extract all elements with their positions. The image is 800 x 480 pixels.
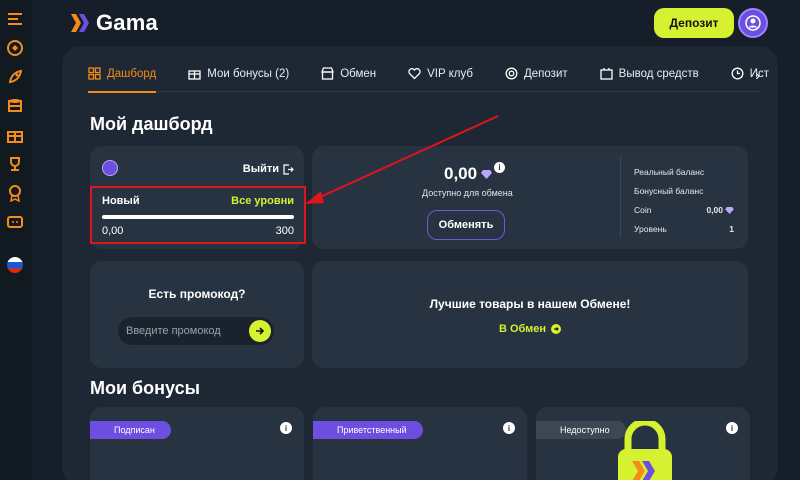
bonus-card[interactable]: Приветственный i [313,407,527,480]
logout-button[interactable]: Выйти [243,163,294,175]
tabs-scroll-right-icon[interactable]: › [755,67,760,83]
ticket-icon[interactable] [6,213,24,231]
bonus-balance-row: Бонусный баланс [634,186,734,196]
level-progress-fill [102,215,294,219]
tab-my-bonuses[interactable]: Мои бонусы (2) [188,56,289,92]
bonus-card[interactable]: Недоступно i [536,407,750,480]
exchange-balance-amount: 0,00 [444,164,478,183]
tab-label: Вывод средств [618,67,699,80]
tab-label: Дашборд [107,67,157,80]
tab-deposit[interactable]: Депозит [505,56,568,92]
info-icon[interactable]: i [494,162,505,173]
info-icon[interactable]: i [503,422,515,434]
user-level-icon [102,160,118,176]
russia-flag-icon[interactable] [6,256,24,274]
dashboard-title: Мой дашборд [90,114,213,134]
info-icon[interactable]: i [280,422,292,434]
promo-title: Есть промокод? [148,287,246,301]
balance-row-label: Уровень [634,224,667,234]
info-icon[interactable]: i [726,422,738,434]
balance-row-label: Бонусный баланс [634,186,704,196]
balance-divider [620,156,621,238]
coin-amount: 0,00 [706,205,723,215]
real-balance-row: Реальный баланс [634,167,734,177]
tab-label: Депозит [524,67,568,80]
all-levels-link[interactable]: Все уровни [231,195,294,207]
bonuses-title: Мои бонусы [90,378,200,398]
coin-value: 0,00 [706,205,734,215]
level-progress-bar [102,215,294,219]
shop-icon [321,67,335,80]
exchange-balance-value: 0,00 [444,164,493,184]
user-icon [745,15,761,31]
level-name: Новый [102,195,140,207]
logout-label: Выйти [242,163,279,175]
arrow-circle-icon [551,324,562,334]
shop-promo-card: Лучшие товары в нашем Обмене! В Обмен [312,261,748,368]
menu-icon[interactable] [6,10,24,28]
gem-icon [481,169,493,179]
rocket-icon[interactable] [6,68,24,86]
wallet-icon [600,68,613,80]
coin-icon[interactable] [6,39,24,57]
brand-name: Gama [96,10,158,35]
coins-icon [505,67,518,80]
level-card: Выйти Новый Все уровни 0,00 300 [90,146,306,249]
promo-card: Есть промокод? [90,261,304,368]
go-to-exchange-link[interactable]: В Обмен [312,323,748,335]
arrow-right-icon [256,327,265,335]
tab-exchange[interactable]: Обмен [321,56,376,92]
exchange-balance-subtitle: Доступно для обмена [422,188,513,198]
level-progress-min: 0,00 [102,225,124,237]
promo-submit-button[interactable] [249,320,271,342]
gift-icon[interactable] [6,126,24,144]
header-deposit-button[interactable]: Депозит [654,8,734,38]
shop-promo-title: Лучшие товары в нашем Обмене! [429,297,631,311]
coin-row: Coin 0,00 [634,205,734,215]
tab-vip-club[interactable]: VIP клуб [408,56,473,92]
tab-withdraw[interactable]: Вывод средств [600,56,699,92]
tab-label: Мои бонусы (2) [207,67,290,80]
brand-logo[interactable]: Gama [70,10,158,36]
medal-icon[interactable] [6,184,24,202]
lock-icon [618,421,672,480]
go-to-exchange-label: В Обмен [498,323,547,335]
tab-dashboard[interactable]: Дашборд [88,56,157,93]
user-avatar[interactable] [738,8,768,38]
exchange-button[interactable]: Обменять [427,210,505,240]
gem-icon [725,206,734,214]
bonus-status-badge: Подписан [90,421,171,439]
balance-row-label: Coin [634,205,652,215]
coins-stack-icon[interactable] [6,97,24,115]
balance-row-label: Реальный баланс [634,167,705,177]
gama-logo-icon [70,12,92,34]
tab-history[interactable]: Ист [731,56,769,92]
trophy-icon[interactable] [6,155,24,173]
tab-bar: Дашборд Мои бонусы (2) Обмен VIP клуб Де… [88,56,769,93]
bonus-card[interactable]: Подписан i [90,407,304,480]
balance-card: 0,00 i Доступно для обмена Обменять Реал… [312,146,748,249]
level-value: 1 [729,224,734,234]
history-icon [731,67,744,80]
logout-icon [283,163,294,175]
tab-label: VIP клуб [427,67,473,80]
sidebar-rail [0,0,32,480]
level-progress-highlight: Новый Все уровни 0,00 300 [90,186,306,244]
heart-icon [408,68,421,80]
level-row: Уровень 1 [634,224,734,234]
bonus-status-badge: Приветственный [313,421,423,439]
bonus-status-badge: Недоступно [536,421,626,439]
tab-label: Обмен [340,67,377,80]
gift-icon [188,70,201,80]
grid-icon [88,67,101,80]
level-progress-max: 300 [275,225,294,237]
